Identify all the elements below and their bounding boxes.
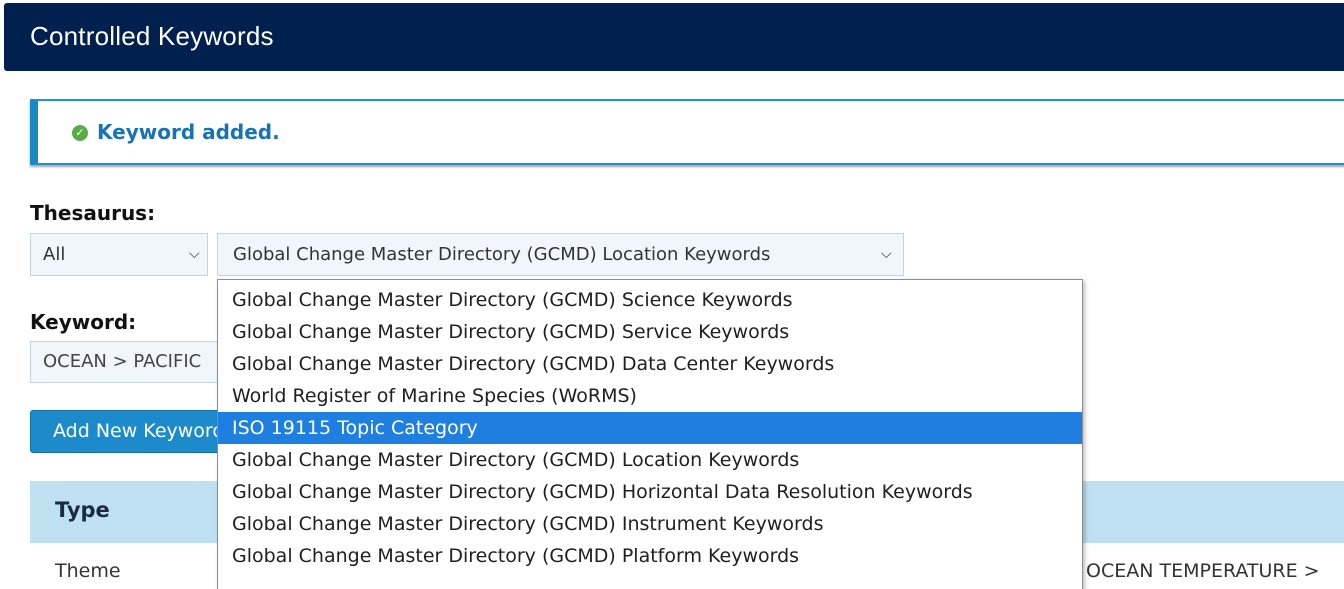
dropdown-option[interactable]: World Register of Marine Species (WoRMS) bbox=[218, 380, 1082, 412]
dropdown-option[interactable]: Global Change Master Directory (GCMD) In… bbox=[218, 508, 1082, 540]
dropdown-option[interactable]: Global Change Master Directory (GCMD) Lo… bbox=[218, 444, 1082, 476]
dropdown-option[interactable]: ISO 19115 Topic Category bbox=[218, 412, 1082, 444]
page-title: Controlled Keywords bbox=[30, 21, 274, 51]
keyword-input[interactable]: OCEAN > PACIFIC bbox=[30, 341, 220, 383]
dropdown-option[interactable]: Global Change Master Directory (GCMD) Pl… bbox=[218, 540, 1082, 572]
thesaurus-filter-select[interactable]: All ⌵ bbox=[30, 233, 208, 276]
thesaurus-filter-value: All bbox=[43, 244, 66, 265]
alert-message: Keyword added. bbox=[97, 120, 280, 144]
add-new-keyword-button[interactable]: Add New Keyword bbox=[30, 410, 220, 453]
table-row-keyword-cell: OCEAN TEMPERATURE > bbox=[1086, 560, 1320, 582]
dropdown-option[interactable]: Global Change Master Directory (GCMD) Se… bbox=[218, 316, 1082, 348]
dropdown-option[interactable]: Global Change Master Directory (GCMD) Ho… bbox=[218, 476, 1082, 508]
thesaurus-select[interactable]: Global Change Master Directory (GCMD) Lo… bbox=[217, 233, 904, 276]
thesaurus-label: Thesaurus: bbox=[30, 201, 156, 225]
chevron-down-icon: ⌵ bbox=[189, 246, 200, 262]
table-row-type-cell: Theme bbox=[55, 560, 121, 582]
page-header: Controlled Keywords bbox=[4, 3, 1344, 71]
chevron-down-icon: ⌵ bbox=[881, 246, 892, 262]
dropdown-options: Global Change Master Directory (GCMD) Sc… bbox=[218, 284, 1082, 572]
controlled-keywords-page: Controlled Keywords ✓ Keyword added. The… bbox=[0, 0, 1344, 589]
success-alert: ✓ Keyword added. bbox=[30, 99, 1344, 165]
check-circle-icon: ✓ bbox=[72, 125, 88, 141]
thesaurus-dropdown-list: Global Change Master Directory (GCMD) Sc… bbox=[217, 279, 1083, 589]
thesaurus-select-value: Global Change Master Directory (GCMD) Lo… bbox=[233, 244, 771, 265]
keyword-label: Keyword: bbox=[30, 310, 137, 334]
dropdown-option[interactable]: Global Change Master Directory (GCMD) Sc… bbox=[218, 284, 1082, 316]
dropdown-option[interactable]: Global Change Master Directory (GCMD) Da… bbox=[218, 348, 1082, 380]
column-header-type: Type bbox=[55, 498, 110, 522]
